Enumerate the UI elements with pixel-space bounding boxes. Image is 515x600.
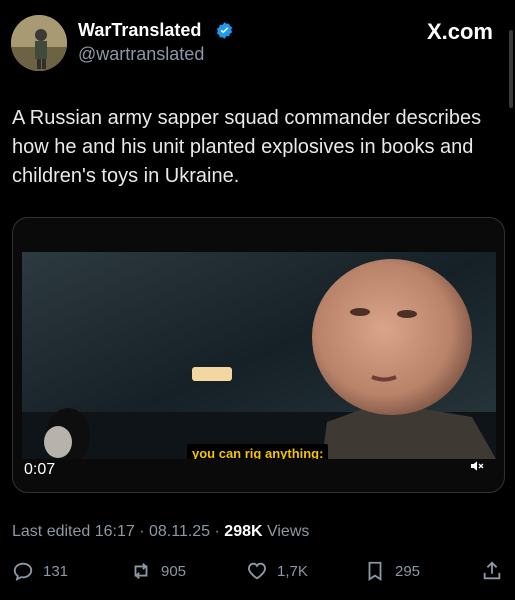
tweet-header: WarTranslated @wartranslated X.com [0,0,515,80]
video-time: 0:07 [24,461,56,478]
repost-count: 905 [161,562,187,580]
edited-timestamp[interactable]: Last edited 16:17 · 08.11.25 · [12,523,224,540]
action-bar: 131 905 1,7K 295 [0,560,515,590]
reply-button[interactable]: 131 [12,560,68,582]
author-name[interactable]: WarTranslated [78,20,201,41]
verified-badge-icon [216,22,233,39]
scrollbar[interactable] [509,30,513,108]
bookmark-count: 295 [395,562,421,580]
video-player[interactable]: you can rig anything: [22,252,496,459]
bookmark-icon [368,561,382,581]
video-caption: you can rig anything: [187,444,329,459]
like-button[interactable]: 1,7K [246,560,308,582]
video-frame-image [22,252,496,459]
video-card[interactable]: you can rig anything: 0:07 [12,217,505,493]
tweet-meta: Last edited 16:17 · 08.11.25 · 298K View… [12,523,309,541]
reply-icon [13,562,33,582]
tweet-text: A Russian army sapper squad commander de… [12,107,482,187]
share-icon [483,561,501,580]
author-handle[interactable]: @wartranslated [78,44,204,65]
views-count: 298K [224,523,263,540]
heart-icon [248,562,266,580]
avatar[interactable] [11,15,67,71]
share-button[interactable] [481,560,503,582]
repost-button[interactable]: 905 [130,560,186,582]
views-label: Views [262,523,310,540]
site-label: X.com [426,19,493,44]
reply-count: 131 [43,562,69,580]
repost-icon [134,563,148,579]
bookmark-button[interactable]: 295 [364,560,420,582]
like-count: 1,7K [277,562,308,580]
speaker-muted-icon[interactable] [469,458,485,474]
